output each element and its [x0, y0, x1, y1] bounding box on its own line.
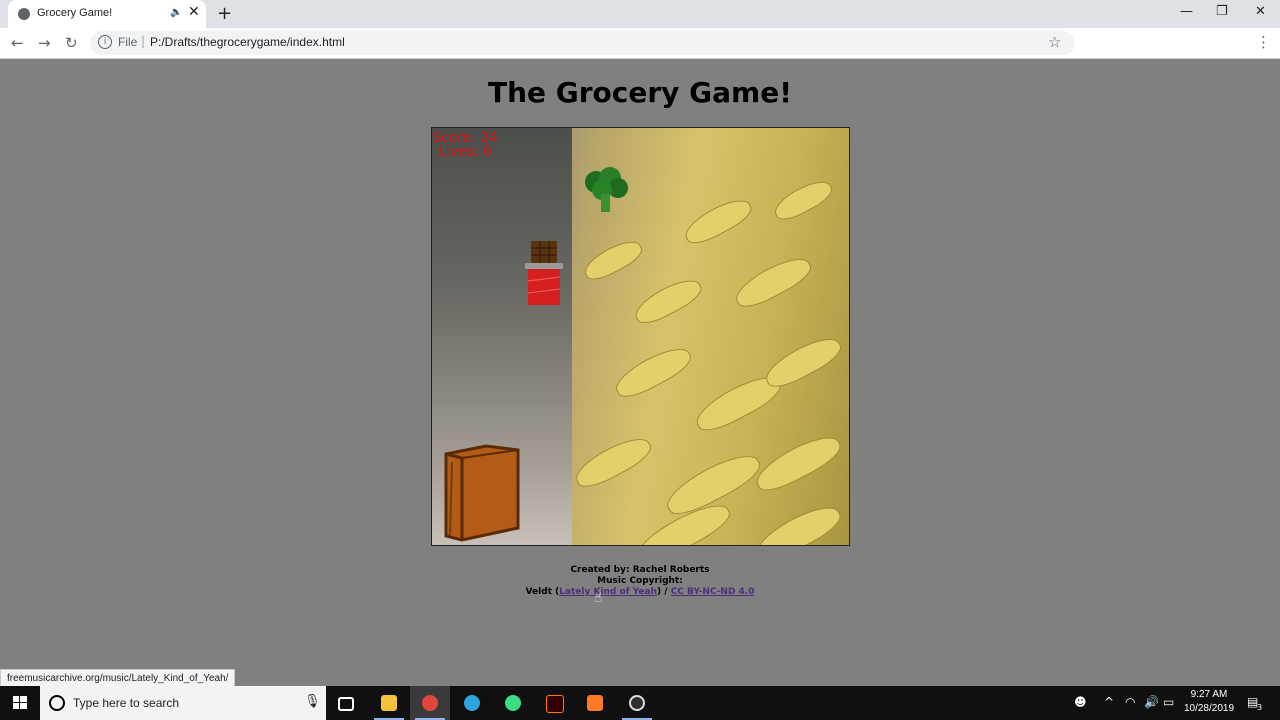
banana-decoration [579, 234, 647, 286]
forward-icon[interactable]: → [38, 34, 51, 52]
created-by-text: Created by: Rachel Roberts [570, 565, 710, 575]
menu-kebab-icon[interactable]: ⋮ [1256, 33, 1271, 51]
battery-icon[interactable]: ▭ [1163, 695, 1174, 709]
illustrator-icon[interactable] [534, 686, 574, 720]
browser-tab-strip: Grocery Game! 🔈 ✕ + — ❐ ✕ [0, 0, 1280, 28]
clock-time: 9:27 AM [1190, 689, 1228, 700]
minimize-icon[interactable]: — [1180, 4, 1193, 19]
artist-prefix: Veldt ( [525, 587, 560, 597]
reload-icon[interactable]: ↻ [65, 34, 78, 52]
banana-decoration [680, 192, 756, 250]
banana-decoration [750, 428, 846, 498]
bookmark-star-icon[interactable]: ☆ [1048, 33, 1061, 51]
search-placeholder: Type here to search [73, 696, 180, 710]
obs-icon[interactable] [617, 686, 657, 720]
broccoli-sprite [585, 167, 628, 212]
file-explorer-icon[interactable] [369, 686, 409, 720]
address-bar[interactable]: i File | P:/Drafts/thegrocerygame/index.… [90, 31, 1075, 55]
grocery-bag-player[interactable] [438, 436, 522, 544]
close-tab-icon[interactable]: ✕ [188, 4, 200, 20]
banana-decoration [570, 430, 656, 494]
wifi-icon[interactable]: ◠ [1125, 695, 1135, 709]
windows-start-icon[interactable] [0, 686, 40, 720]
banana-decoration [610, 340, 696, 404]
maximize-icon[interactable]: ❐ [1216, 4, 1228, 19]
address-scheme: File [118, 35, 138, 49]
browser-tab[interactable]: Grocery Game! 🔈 ✕ [8, 0, 206, 28]
hand-cursor-icon: ☝ [594, 590, 603, 606]
banana-decoration [760, 330, 846, 394]
banana-decoration [630, 272, 706, 330]
info-icon[interactable]: i [98, 35, 112, 49]
banana-decoration [750, 498, 846, 545]
windows-taskbar: Type here to search 🎙 ☻ ^ ◠ 🔊 ▭ 9:27 AM … [0, 686, 1280, 720]
score-text: Score: 24 [432, 130, 499, 146]
xampp-icon[interactable] [575, 686, 615, 720]
banana-decoration [769, 174, 837, 226]
taskbar-search-box[interactable]: Type here to search 🎙 [40, 686, 326, 720]
address-separator: | [141, 34, 146, 48]
cortana-icon [49, 695, 65, 711]
close-window-icon[interactable]: ✕ [1255, 4, 1266, 19]
page-title: The Grocery Game! [487, 76, 792, 109]
chocolate-bar-sprite [525, 241, 563, 305]
globe-icon [18, 8, 30, 20]
lives-text: Lives: 6 [438, 144, 492, 160]
music-credit-line: Veldt (Lately Kind of Yeah) / CC BY-NC-N… [0, 587, 1280, 598]
music-copyright-text: Music Copyright: [597, 576, 683, 586]
speaker-icon[interactable]: 🔈 [170, 7, 182, 18]
tab-title: Grocery Game! [37, 7, 113, 19]
banana-decoration [730, 250, 816, 314]
android-studio-icon[interactable] [493, 686, 533, 720]
address-url[interactable]: P:/Drafts/thegrocerygame/index.html [150, 35, 345, 49]
task-view-icon[interactable] [326, 686, 366, 720]
game-canvas[interactable]: Score: 24 Lives: 6 [431, 127, 850, 546]
license-link[interactable]: CC BY-NC-ND 4.0 [671, 587, 755, 597]
taskbar-clock[interactable]: 9:27 AM 10/28/2019 [1180, 688, 1238, 716]
microphone-icon[interactable]: 🎙 [304, 694, 321, 709]
new-tab-button[interactable]: + [217, 3, 232, 24]
browser-toolbar: ← → ↻ i File | P:/Drafts/thegrocerygame/… [0, 28, 1280, 80]
page-viewport: The Grocery Game! Score: 24 Lives: 6 Cre… [0, 59, 1280, 686]
notification-count: 3 [1257, 703, 1263, 712]
people-icon[interactable]: ☻ [1074, 695, 1087, 709]
chevron-up-icon[interactable]: ^ [1104, 695, 1114, 709]
telegram-icon[interactable] [452, 686, 492, 720]
credit-separator: ) / [657, 587, 671, 597]
volume-icon[interactable]: 🔊 [1144, 695, 1159, 709]
game-hud: Score: 24 Lives: 6 [432, 131, 498, 159]
song-link[interactable]: Lately Kind of Yeah [559, 587, 657, 597]
clock-date: 10/28/2019 [1183, 703, 1235, 714]
credits: Created by: Rachel Roberts Music Copyrig… [0, 565, 1280, 598]
back-icon[interactable]: ← [11, 34, 24, 52]
chrome-icon[interactable] [410, 686, 450, 720]
